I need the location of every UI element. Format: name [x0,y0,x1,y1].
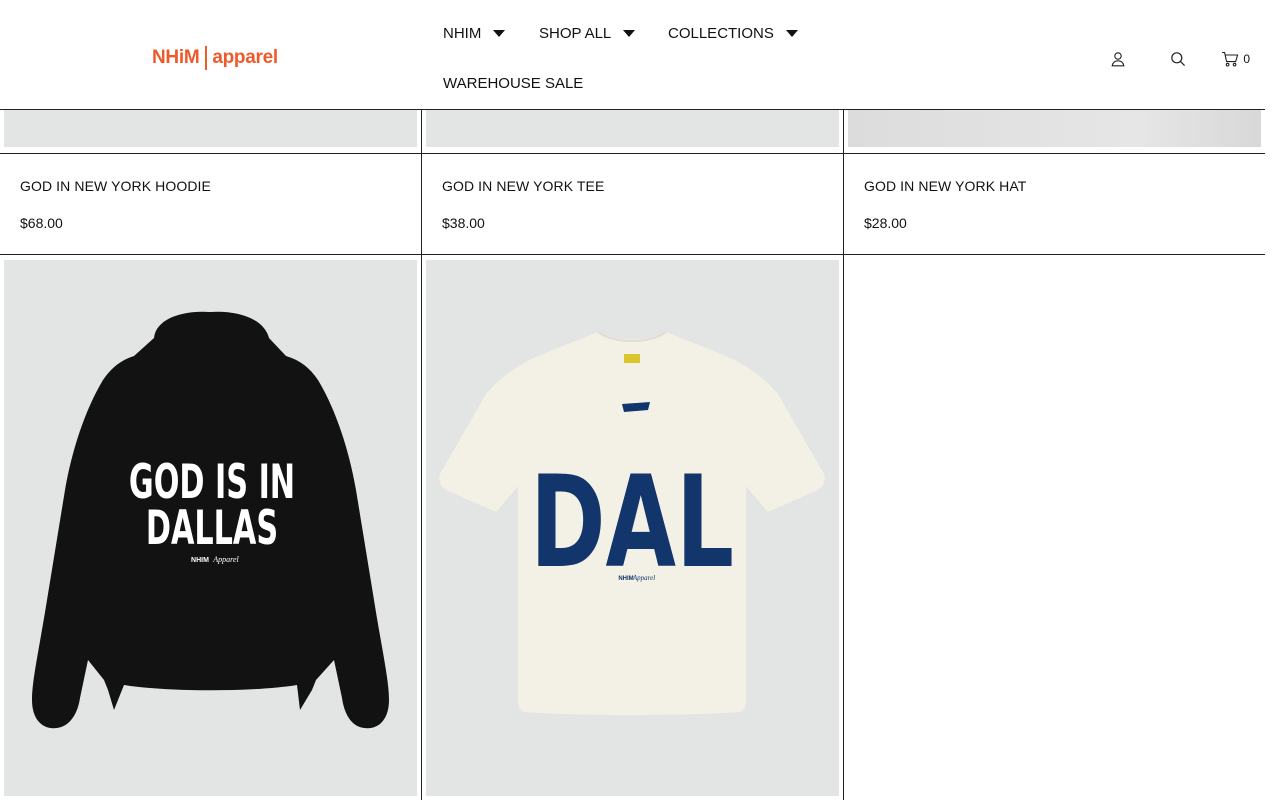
product-image-hoodie[interactable] [4,110,417,147]
column-divider [421,110,422,800]
product-title[interactable]: GOD IN NEW YORK HAT [864,178,1026,194]
product-title[interactable]: GOD IN NEW YORK TEE [442,178,604,194]
brand-tag-script: Apparel [212,555,239,564]
tee-graphic: DAL NHIM Apparel [439,331,825,715]
product-price: $68.00 [20,215,63,231]
caret-down-icon [623,30,636,37]
brand-tag: NHIM [618,576,633,582]
product-price: $28.00 [864,215,907,231]
search-button[interactable] [1167,48,1189,70]
user-icon [1111,52,1125,67]
product-image-dal-tee[interactable]: DAL NHIM Apparel [426,260,839,796]
nav-item-warehouse-sale[interactable]: WAREHOUSE SALE [443,75,583,92]
nav-label: SHOP ALL [539,25,612,42]
column-divider [843,110,844,800]
print-line-2: DALLAS [146,500,278,555]
brand-logo[interactable]: NHiM apparel [152,45,278,71]
caret-down-icon [785,30,798,37]
nav-label: WAREHOUSE SALE [443,75,584,92]
brand-tag-script: Apparel [632,574,655,582]
nav-item-shop-all[interactable]: SHOP ALL [539,25,636,42]
logo-divider [205,46,208,70]
nav-item-nhim[interactable]: NHIM [443,25,506,42]
product-card-info: GOD IN NEW YORK HAT $28.00 [844,154,1265,254]
site-header: NHiM apparel NHIM SHOP ALL COLLECTIONS W… [0,0,1265,110]
nav-label: COLLECTIONS [668,25,774,42]
neck-label [624,354,640,363]
logo-text-secondary: apparel [212,47,278,68]
header-icons: 0 [1107,48,1250,70]
nav-item-collections[interactable]: COLLECTIONS [668,25,798,42]
account-button[interactable] [1107,48,1129,70]
logo-text-primary: NHiM [152,47,200,68]
cart-button[interactable]: 0 [1221,48,1250,70]
cart-count: 0 [1243,52,1250,66]
product-grid: GOD IN NEW YORK HOODIE $68.00 GOD IN NEW… [0,110,1265,800]
product-price: $38.00 [442,215,485,231]
product-image-tee[interactable] [426,110,839,147]
caret-down-icon [493,30,506,37]
product-title[interactable]: GOD IN NEW YORK HOODIE [20,178,211,194]
nav-label: NHIM [443,25,482,42]
hoodie-graphic: GOD IS IN DALLAS NHIM Apparel [32,311,389,729]
brand-tag: NHIM [191,557,209,564]
product-image-hat[interactable] [848,110,1261,147]
product-card-info: GOD IN NEW YORK HOODIE $68.00 [0,154,421,254]
product-image-dallas-hoodie[interactable]: GOD IS IN DALLAS NHIM Apparel [4,260,417,796]
cart-icon [1222,51,1239,67]
row-divider [0,254,1265,255]
search-icon [1171,52,1186,67]
product-card-info: GOD IN NEW YORK TEE $38.00 [422,154,843,254]
